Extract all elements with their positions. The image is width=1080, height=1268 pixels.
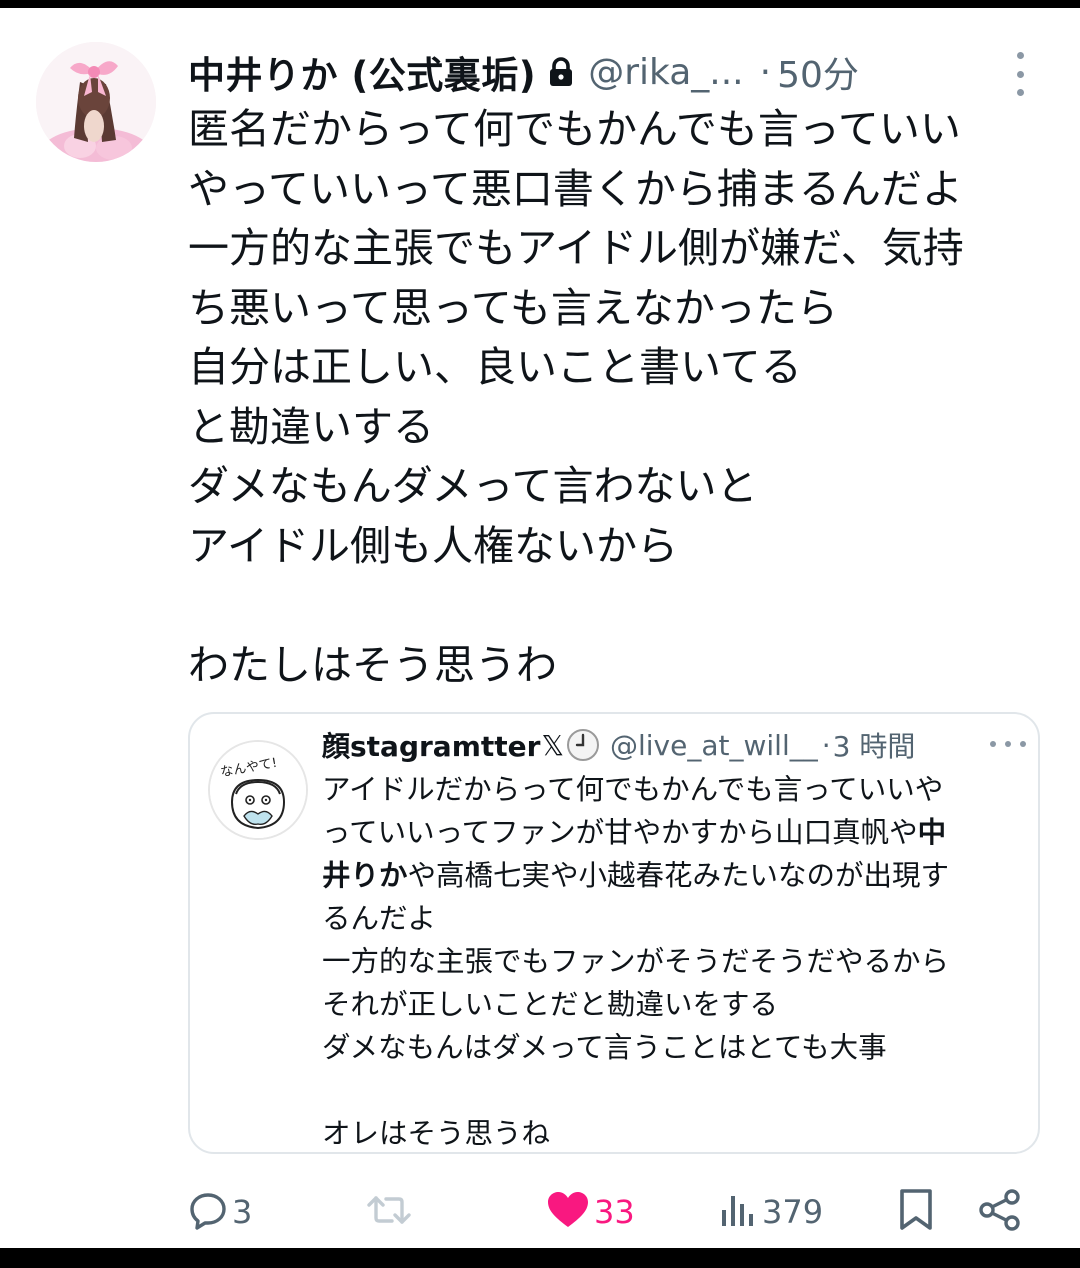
body-line: と勘違いする — [188, 402, 434, 451]
bookmark-button[interactable] — [896, 1184, 936, 1240]
quoted-header: 顔stagramtter 𝕏 @live_at_will__ · 3 時間 — [322, 722, 1032, 768]
quoted-body-line: 一方的な主張でもファンがそうだそうだやるから — [322, 945, 950, 978]
quoted-more-icon[interactable] — [990, 740, 1026, 748]
lock-icon — [548, 57, 574, 87]
quoted-separator-dot: · — [821, 728, 831, 762]
repost-icon — [366, 1190, 412, 1234]
body-line: やっていいって悪口書くから捕まるんだよ — [188, 164, 963, 213]
quoted-body-line: それが正しいことだと勘違いをする — [322, 988, 779, 1021]
reply-count: 3 — [232, 1193, 253, 1231]
share-icon — [978, 1188, 1022, 1236]
quoted-body-line — [322, 1069, 1022, 1112]
body-line: 自分は正しい、良いこと書いてる — [188, 343, 802, 391]
quoted-body-line: っていいってファンが甘やかすから山口真帆や中 — [322, 811, 1022, 854]
views-button[interactable]: 379 — [718, 1184, 823, 1240]
repost-button[interactable] — [366, 1184, 416, 1240]
tweet-body: 匿名だからって何でもかんでも言っていい やっていいって悪口書くから捕まるんだよ … — [188, 100, 1068, 695]
clock-icon — [566, 728, 600, 762]
body-line — [188, 576, 1068, 636]
quoted-tweet[interactable]: なんやて! 顔stagramtter 𝕏 @live_at_will__ · 3… — [188, 712, 1040, 1154]
quoted-avatar-image: なんやて! — [210, 742, 306, 838]
quoted-body-line: ダメなもんはダメって言うことはとても大事 — [322, 1031, 887, 1064]
quoted-body-line: 井りかや高橋七実や小越春花みたいなのが出現す — [322, 854, 1022, 897]
timestamp[interactable]: 50分 — [777, 46, 859, 98]
x-logo-glyph: 𝕏 — [541, 728, 564, 762]
quoted-bold-segment: 中 — [917, 816, 947, 849]
avatar-image — [36, 42, 156, 162]
display-name[interactable]: 中井りか (公式裏垢) — [188, 45, 536, 99]
quoted-bold-segment: 井りか — [322, 859, 408, 892]
view-count: 379 — [762, 1193, 824, 1231]
body-line: ち悪いって思っても言えなかったら — [188, 283, 838, 332]
more-icon[interactable] — [1006, 52, 1034, 96]
body-line: わたしはそう思うわ — [188, 640, 557, 689]
body-line: 一方的な主張でもアイドル側が嫌だ、気持 — [188, 224, 964, 272]
avatar[interactable] — [36, 42, 156, 162]
quoted-timestamp[interactable]: 3 時間 — [833, 725, 916, 765]
action-bar: 3 33 379 — [0, 1184, 1080, 1244]
reply-icon — [188, 1190, 228, 1234]
quoted-body-line: オレはそう思うね — [322, 1117, 551, 1150]
user-handle[interactable]: @rika_... — [588, 52, 743, 93]
body-line: 匿名だからって何でもかんでも言っていい — [188, 105, 961, 153]
like-button[interactable]: 33 — [546, 1184, 635, 1240]
quoted-body: アイドルだからって何でもかんでも言っていいや っていいってファンが甘やかすから山… — [322, 768, 1022, 1155]
quoted-avatar[interactable]: なんやて! — [208, 740, 308, 840]
quoted-text-segment: っていいってファンが甘やかすから山口真帆や — [322, 816, 918, 849]
screen: 中井りか (公式裏垢) @rika_... · 50分 匿名だからって何でもかん… — [0, 0, 1080, 1268]
quoted-handle[interactable]: @live_at_will__ — [610, 729, 818, 762]
reply-button[interactable]: 3 — [188, 1184, 252, 1240]
like-count: 33 — [594, 1193, 635, 1231]
bookmark-icon — [896, 1188, 936, 1236]
tweet[interactable]: 中井りか (公式裏垢) @rika_... · 50分 匿名だからって何でもかん… — [0, 8, 1080, 1248]
tweet-header: 中井りか (公式裏垢) @rika_... · 50分 — [188, 42, 1048, 102]
separator-dot: · — [759, 51, 772, 93]
views-icon — [718, 1190, 758, 1234]
quoted-body-line: るんだよ — [322, 902, 437, 935]
share-button[interactable] — [978, 1184, 1022, 1240]
body-line: ダメなもんダメって言わないと — [188, 462, 758, 510]
body-line: アイドル側も人権ないから — [188, 521, 678, 570]
quoted-text-segment: や高橋七実や小越春花みたいなのが出現す — [407, 859, 950, 892]
quoted-display-name[interactable]: 顔stagramtter — [322, 725, 540, 765]
like-icon — [546, 1190, 590, 1234]
quoted-body-line: アイドルだからって何でもかんでも言っていいや — [322, 773, 944, 806]
